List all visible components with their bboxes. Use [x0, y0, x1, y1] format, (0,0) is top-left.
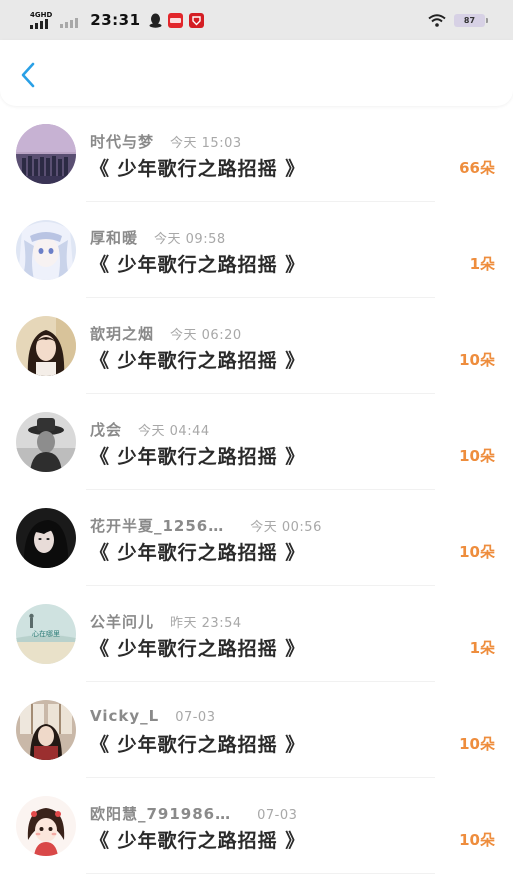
timestamp: 今天 09:58 [154, 232, 226, 247]
gift-title: 《 少年歌行之路招摇 》 [90, 542, 306, 564]
gift-title: 《 少年歌行之路招摇 》 [90, 638, 306, 660]
list-item[interactable]: 戊会 今天 04:44 《 少年歌行之路招摇 》 10朵 [0, 394, 513, 490]
qq-penguin-icon [149, 13, 162, 28]
user-name[interactable]: 歆玥之烟 [90, 323, 154, 344]
list-item[interactable]: 歆玥之烟 今天 06:20 《 少年歌行之路招摇 》 10朵 [0, 298, 513, 394]
avatar[interactable] [16, 316, 76, 376]
signal-icon [30, 19, 48, 29]
status-bar: 4GHD 23:31 87 [0, 0, 513, 40]
timestamp: 今天 06:20 [170, 328, 242, 343]
record-meta: 厚和暖 今天 09:58 [90, 227, 226, 248]
user-name[interactable]: 欧阳慧_791986… [90, 803, 231, 824]
avatar[interactable] [16, 796, 76, 856]
clock: 23:31 [90, 11, 141, 29]
wifi-icon [428, 13, 446, 27]
back-button[interactable] [14, 60, 42, 90]
user-name[interactable]: 戊会 [90, 419, 122, 440]
avatar[interactable] [16, 220, 76, 280]
flower-count: 10朵 [459, 447, 495, 465]
user-name[interactable]: 厚和暖 [90, 227, 138, 248]
red-app-icon-2 [188, 12, 204, 28]
list-item[interactable]: 厚和暖 今天 09:58 《 少年歌行之路招摇 》 1朵 [0, 202, 513, 298]
list-item[interactable]: 花开半夏_1256… 今天 00:56 《 少年歌行之路招摇 》 10朵 [0, 490, 513, 586]
timestamp: 昨天 23:54 [170, 616, 242, 631]
battery-icon: 87 [454, 13, 488, 27]
list-item[interactable]: 欧阳慧_791986… 07-03 《 少年歌行之路招摇 》 10朵 [0, 778, 513, 874]
record-meta: 公羊问儿 昨天 23:54 [90, 611, 242, 632]
battery-level: 87 [463, 15, 476, 25]
list-item[interactable]: Vicky_L 07-03 《 少年歌行之路招摇 》 10朵 [0, 682, 513, 778]
record-meta: 欧阳慧_791986… 07-03 [90, 803, 297, 824]
gift-title: 《 少年歌行之路招摇 》 [90, 446, 306, 468]
flower-count: 10朵 [459, 351, 495, 369]
timestamp: 今天 04:44 [138, 424, 210, 439]
avatar[interactable] [16, 700, 76, 760]
gift-title: 《 少年歌行之路招摇 》 [90, 158, 306, 180]
gift-title: 《 少年歌行之路招摇 》 [90, 830, 306, 852]
list-item[interactable]: 心在哪里 公羊问儿 昨天 23:54 《 少年歌行之路招摇 》 1朵 [0, 586, 513, 682]
gift-title: 《 少年歌行之路招摇 》 [90, 734, 306, 756]
avatar[interactable] [16, 412, 76, 472]
user-name[interactable]: 时代与梦 [90, 131, 154, 152]
flower-count: 10朵 [459, 831, 495, 849]
red-app-icon [167, 12, 183, 28]
record-meta: 歆玥之烟 今天 06:20 [90, 323, 242, 344]
flower-count: 66朵 [459, 159, 495, 177]
chevron-left-icon [21, 62, 35, 88]
record-meta: Vicky_L 07-03 [90, 707, 215, 725]
avatar-caption: 心在哪里 [32, 629, 60, 638]
gift-title: 《 少年歌行之路招摇 》 [90, 254, 306, 276]
avatar[interactable] [16, 124, 76, 184]
user-name[interactable]: Vicky_L [90, 707, 159, 725]
user-name[interactable]: 公羊问儿 [90, 611, 154, 632]
network-type: 4GHD [30, 11, 53, 19]
timestamp: 今天 00:56 [250, 520, 322, 535]
gift-title: 《 少年歌行之路招摇 》 [90, 350, 306, 372]
flower-count: 10朵 [459, 735, 495, 753]
top-navigation-bar [0, 40, 513, 106]
signal-icon-2 [60, 18, 79, 28]
flower-count: 1朵 [469, 639, 495, 657]
timestamp: 07-03 [257, 808, 298, 823]
flower-count: 10朵 [459, 543, 495, 561]
record-meta: 戊会 今天 04:44 [90, 419, 210, 440]
record-meta: 时代与梦 今天 15:03 [90, 131, 242, 152]
avatar[interactable] [16, 508, 76, 568]
timestamp: 07-03 [175, 710, 216, 725]
list-item[interactable]: 时代与梦 今天 15:03 《 少年歌行之路招摇 》 66朵 [0, 106, 513, 202]
avatar[interactable]: 心在哪里 [16, 604, 76, 664]
network-indicator: 4GHD [30, 11, 52, 29]
flower-count: 1朵 [469, 255, 495, 273]
timestamp: 今天 15:03 [170, 136, 242, 151]
user-name[interactable]: 花开半夏_1256… [90, 515, 224, 536]
record-meta: 花开半夏_1256… 今天 00:56 [90, 515, 322, 536]
gift-record-list: 时代与梦 今天 15:03 《 少年歌行之路招摇 》 66朵 厚和暖 今天 09… [0, 106, 513, 874]
